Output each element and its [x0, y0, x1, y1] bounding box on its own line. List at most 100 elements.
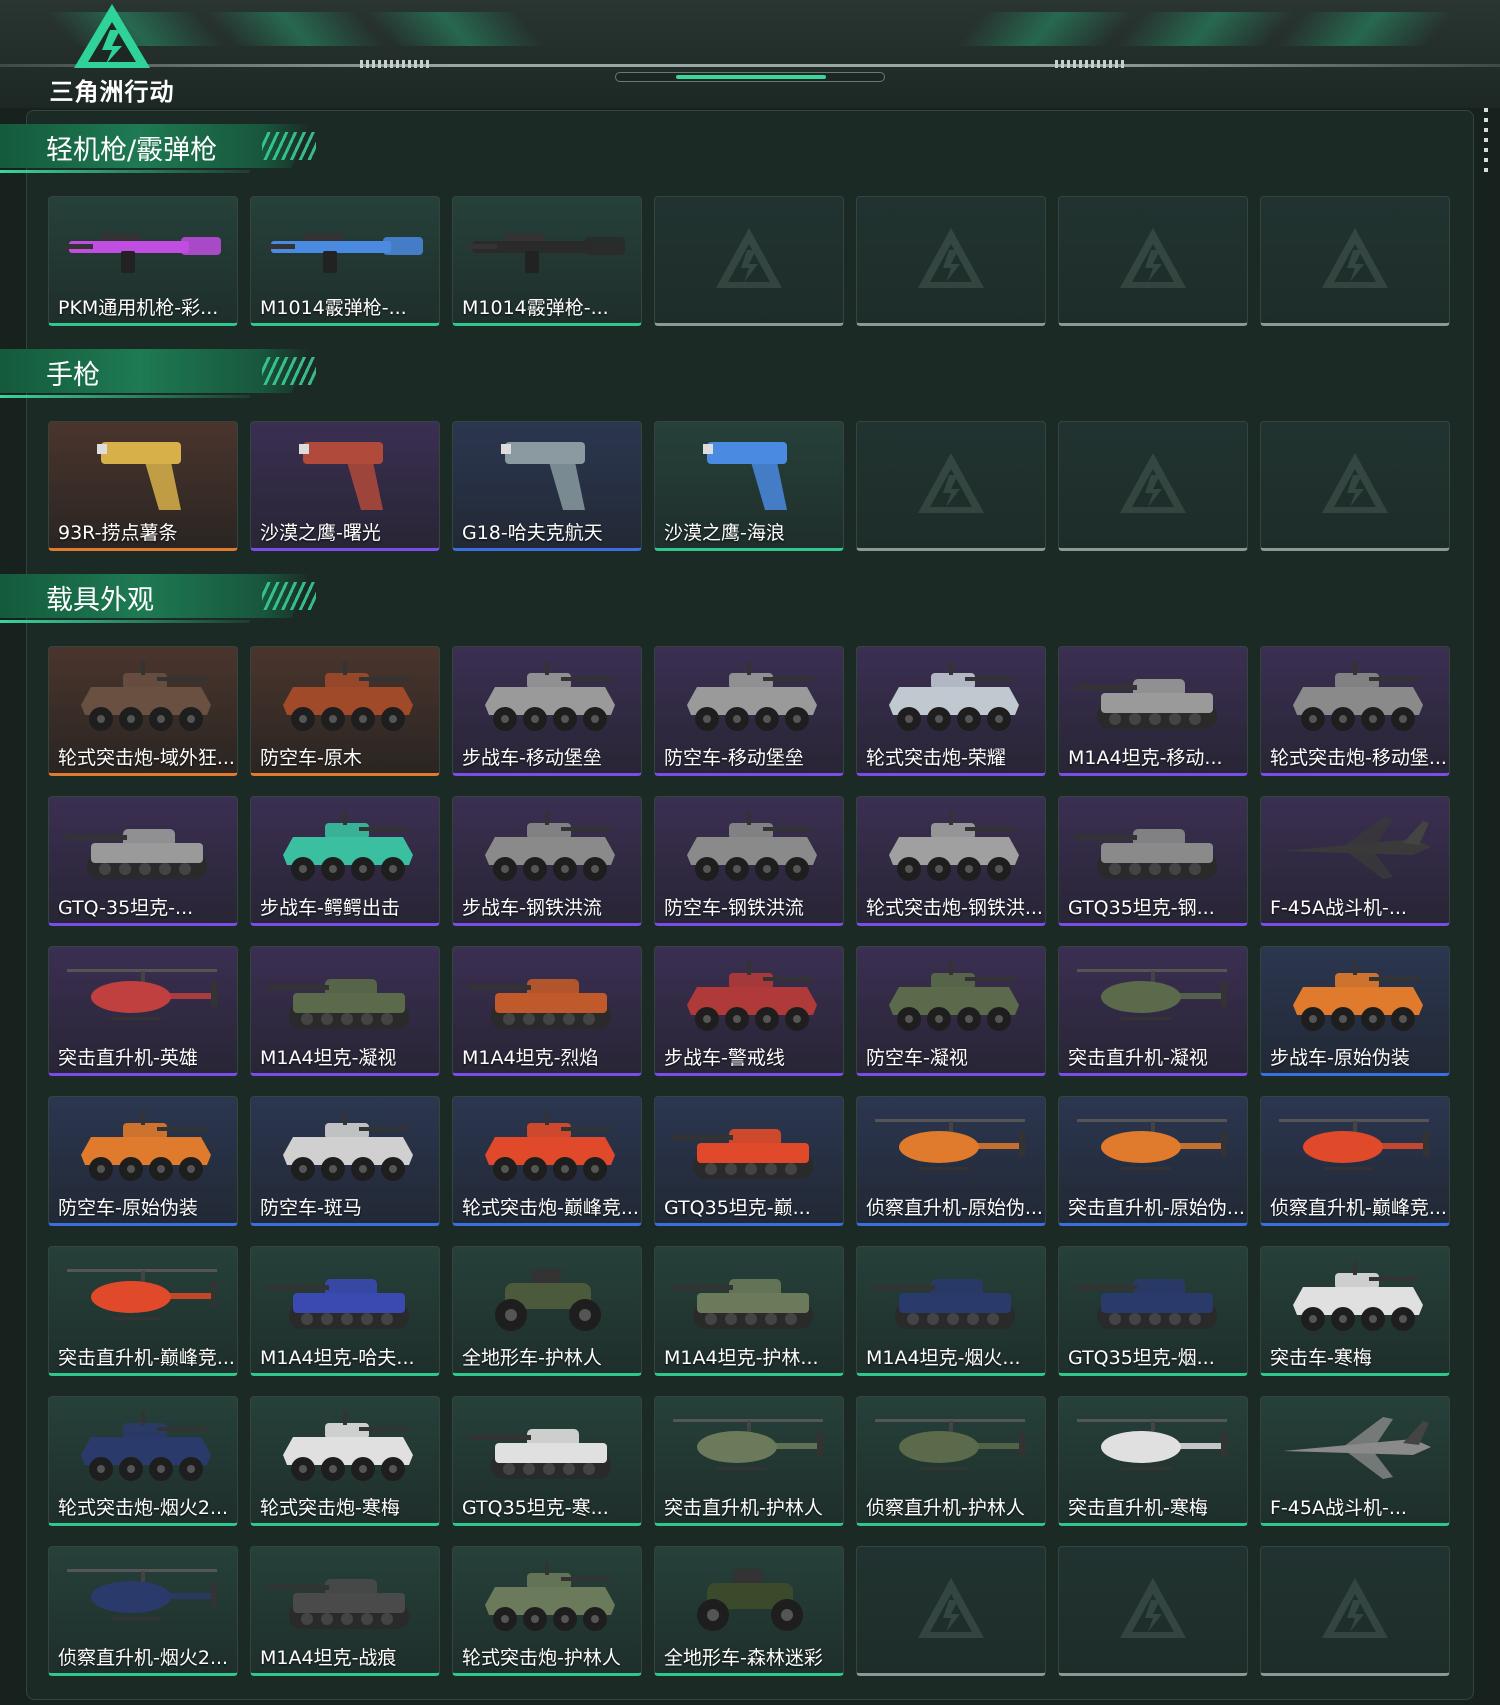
item-card[interactable]: M1A4坦克-烈焰	[452, 946, 642, 1076]
item-name: 步战车-鳄鳄出击	[260, 897, 400, 919]
item-card[interactable]: 突击车-寒梅	[1260, 1246, 1450, 1376]
item-name: 步战车-钢铁洪流	[462, 897, 602, 919]
item-name: 轮式突击炮-荣耀	[866, 747, 1006, 769]
item-card[interactable]: 防空车-凝视	[856, 946, 1046, 1076]
item-card[interactable]: G18-哈夫克航天	[452, 421, 642, 551]
item-card[interactable]: M1A4坦克-护林...	[654, 1246, 844, 1376]
item-card[interactable]: 步战车-移动堡垒	[452, 646, 642, 776]
item-name: 防空车-钢铁洪流	[664, 897, 804, 919]
pistol-skin-image	[465, 428, 631, 518]
item-card[interactable]: 步战车-钢铁洪流	[452, 796, 642, 926]
item-name: 沙漠之鹰-海浪	[664, 522, 785, 544]
jet-skin-image	[1273, 803, 1439, 893]
tank-skin-image	[263, 953, 429, 1043]
tank-skin-image	[667, 1103, 833, 1193]
item-card[interactable]: M1A4坦克-烟火...	[856, 1246, 1046, 1376]
wheeled-skin-image	[263, 1103, 429, 1193]
item-card[interactable]: 轮式突击炮-烟火2...	[48, 1396, 238, 1526]
item-name: PKM通用机枪-彩...	[58, 297, 219, 319]
item-card[interactable]: 轮式突击炮-域外狂...	[48, 646, 238, 776]
item-card[interactable]: 防空车-原木	[250, 646, 440, 776]
wheeled-skin-image	[869, 953, 1035, 1043]
item-name: M1A4坦克-战痕	[260, 1647, 397, 1669]
item-card[interactable]: 突击直升机-英雄	[48, 946, 238, 1076]
item-card[interactable]: M1014霰弹枪-...	[250, 196, 440, 326]
heli-skin-image	[61, 953, 227, 1043]
item-card[interactable]: 突击直升机-原始伪...	[1058, 1096, 1248, 1226]
item-card[interactable]: 突击直升机-凝视	[1058, 946, 1248, 1076]
item-card[interactable]: 轮式突击炮-巅峰竞...	[452, 1096, 642, 1226]
heli-skin-image	[1071, 1403, 1237, 1493]
heli-skin-image	[869, 1403, 1035, 1493]
item-card[interactable]: 沙漠之鹰-海浪	[654, 421, 844, 551]
item-card[interactable]: 防空车-移动堡垒	[654, 646, 844, 776]
item-card[interactable]: 侦察直升机-烟火2...	[48, 1546, 238, 1676]
item-card[interactable]: 突击直升机-寒梅	[1058, 1396, 1248, 1526]
wheeled-skin-image	[667, 953, 833, 1043]
item-card[interactable]: M1A4坦克-战痕	[250, 1546, 440, 1676]
item-card[interactable]: 轮式突击炮-荣耀	[856, 646, 1046, 776]
empty-slot	[1058, 421, 1248, 551]
item-name: 侦察直升机-原始伪...	[866, 1197, 1043, 1219]
item-name: 步战车-警戒线	[664, 1047, 785, 1069]
item-card[interactable]: 突击直升机-护林人	[654, 1396, 844, 1526]
item-card[interactable]: 轮式突击炮-移动堡...	[1260, 646, 1450, 776]
item-name: 防空车-移动堡垒	[664, 747, 804, 769]
item-name: 突击直升机-原始伪...	[1068, 1197, 1245, 1219]
item-card[interactable]: 步战车-鳄鳄出击	[250, 796, 440, 926]
item-name: 全地形车-森林迷彩	[664, 1647, 823, 1669]
item-card[interactable]: 侦察直升机-原始伪...	[856, 1096, 1046, 1226]
item-card[interactable]: 侦察直升机-巅峰竞...	[1260, 1096, 1450, 1226]
item-card[interactable]: 沙漠之鹰-曙光	[250, 421, 440, 551]
item-card[interactable]: M1A4坦克-哈夫...	[250, 1246, 440, 1376]
item-card[interactable]: 防空车-斑马	[250, 1096, 440, 1226]
item-card[interactable]: M1A4坦克-移动...	[1058, 646, 1248, 776]
item-name: 防空车-凝视	[866, 1047, 968, 1069]
section-header: 载具外观	[0, 570, 330, 626]
item-name: 轮式突击炮-域外狂...	[58, 747, 235, 769]
item-card[interactable]: F-45A战斗机-...	[1260, 796, 1450, 926]
item-card[interactable]: 步战车-警戒线	[654, 946, 844, 1076]
item-card[interactable]: M1014霰弹枪-...	[452, 196, 642, 326]
rifle-skin-image	[61, 203, 227, 293]
header-stripe	[365, 12, 545, 46]
item-name: 轮式突击炮-移动堡...	[1270, 747, 1447, 769]
item-name: 突击直升机-凝视	[1068, 1047, 1208, 1069]
empty-slot	[1260, 421, 1450, 551]
item-card[interactable]: GTQ35坦克-寒...	[452, 1396, 642, 1526]
item-card[interactable]: 侦察直升机-护林人	[856, 1396, 1046, 1526]
item-card[interactable]: 防空车-原始伪装	[48, 1096, 238, 1226]
item-name: 轮式突击炮-寒梅	[260, 1497, 400, 1519]
item-card[interactable]: 93R-捞点薯条	[48, 421, 238, 551]
logo-watermark-icon	[714, 226, 784, 294]
item-card[interactable]: 全地形车-森林迷彩	[654, 1546, 844, 1676]
tank-skin-image	[1071, 803, 1237, 893]
item-card[interactable]: GTQ35坦克-烟...	[1058, 1246, 1248, 1376]
item-name: 突击直升机-英雄	[58, 1047, 198, 1069]
item-name: 步战车-原始伪装	[1270, 1047, 1410, 1069]
item-card[interactable]: GTQ35坦克-钢...	[1058, 796, 1248, 926]
item-card[interactable]: F-45A战斗机-...	[1260, 1396, 1450, 1526]
item-card[interactable]: PKM通用机枪-彩...	[48, 196, 238, 326]
jet-skin-image	[1273, 1403, 1439, 1493]
item-card[interactable]: 轮式突击炮-护林人	[452, 1546, 642, 1676]
item-name: 沙漠之鹰-曙光	[260, 522, 381, 544]
item-card[interactable]: 轮式突击炮-寒梅	[250, 1396, 440, 1526]
item-card[interactable]: 全地形车-护林人	[452, 1246, 642, 1376]
item-name: M1014霰弹枪-...	[260, 297, 407, 319]
wheeled-skin-image	[465, 653, 631, 743]
item-name: 侦察直升机-护林人	[866, 1497, 1025, 1519]
heli-skin-image	[869, 1103, 1035, 1193]
item-card[interactable]: GTQ35坦克-巅...	[654, 1096, 844, 1226]
item-card[interactable]: GTQ-35坦克-...	[48, 796, 238, 926]
item-card[interactable]: 突击直升机-巅峰竞...	[48, 1246, 238, 1376]
logo-watermark-icon	[1118, 1576, 1188, 1644]
heli-skin-image	[1071, 953, 1237, 1043]
tank-skin-image	[869, 1253, 1035, 1343]
item-card[interactable]: 步战车-原始伪装	[1260, 946, 1450, 1076]
item-card[interactable]: M1A4坦克-凝视	[250, 946, 440, 1076]
item-card[interactable]: 防空车-钢铁洪流	[654, 796, 844, 926]
item-card[interactable]: 轮式突击炮-钢铁洪...	[856, 796, 1046, 926]
scrollbar[interactable]	[1484, 108, 1488, 178]
item-name: G18-哈夫克航天	[462, 522, 603, 544]
